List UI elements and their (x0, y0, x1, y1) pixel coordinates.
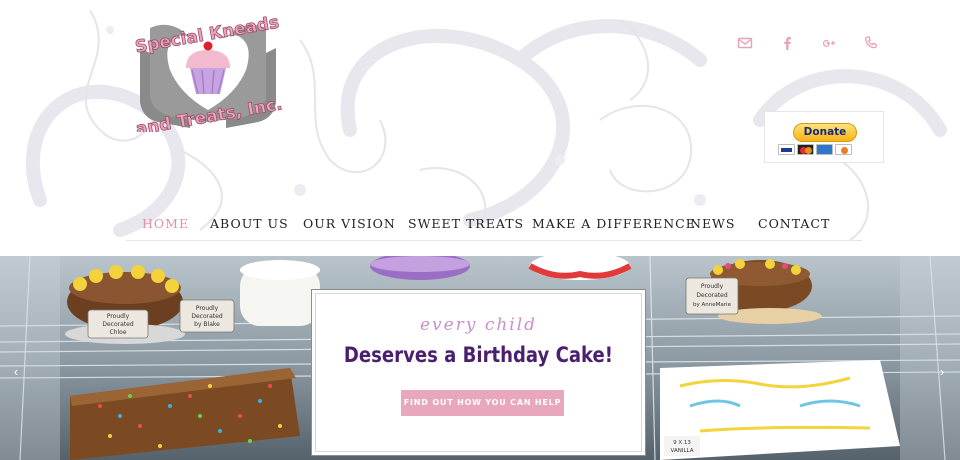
donate-button[interactable]: Donate (793, 123, 857, 142)
phone-icon[interactable] (850, 34, 892, 52)
logo-wordmark: Special Kneads and Treats, Inc. (133, 12, 284, 132)
nav-item-home[interactable]: HOME (142, 207, 189, 241)
facebook-icon[interactable] (766, 34, 808, 52)
sign-chloe: Proudly Decorated Chloe (87, 309, 149, 339)
envelope-icon[interactable] (724, 34, 766, 52)
slider-prev-arrow-icon[interactable]: ‹ (8, 363, 24, 381)
nav-item-make-a-difference[interactable]: MAKE A DIFFERENCE (532, 207, 696, 241)
logo[interactable]: Special Kneads and Treats, Inc. (128, 10, 288, 132)
svg-text:by Blake: by Blake (194, 321, 220, 328)
hero-title: Deserves a Birthday Cake! (343, 343, 614, 367)
paypal-donate-widget: Donate (764, 111, 884, 163)
svg-text:VANILLA: VANILLA (671, 448, 694, 454)
nav-item-news[interactable]: NEWS (690, 207, 735, 241)
social-icons (724, 34, 892, 52)
hero-caption-box: every child Deserves a Birthday Cake! FI… (311, 289, 646, 456)
nav-item-contact[interactable]: CONTACT (758, 207, 830, 241)
cake-label-vanilla: 9 X 13 VANILLA (664, 436, 700, 456)
svg-text:Proudly: Proudly (107, 313, 130, 320)
mastercard-icon (797, 144, 814, 155)
svg-text:Chloe: Chloe (109, 329, 126, 336)
sign-annemarie: Proudly Decorated by AnneMarie (685, 277, 739, 315)
visa-card-icon (778, 144, 795, 155)
hero-caption-inner-frame: every child Deserves a Birthday Cake! FI… (315, 293, 642, 452)
google-plus-icon[interactable] (808, 34, 850, 52)
site-header: Special Kneads and Treats, Inc. Donate H… (0, 0, 960, 256)
svg-text:Special Kneads: Special Kneads (134, 13, 281, 58)
svg-text:Proudly: Proudly (196, 305, 219, 312)
nav-item-sweet-treats[interactable]: SWEET TREATS (408, 207, 524, 241)
hero-subtitle: every child (419, 315, 538, 335)
payment-cards (778, 144, 852, 155)
find-out-how-you-can-help-button[interactable]: FIND OUT HOW YOU CAN HELP (401, 390, 564, 416)
svg-text:Decorated: Decorated (191, 313, 222, 320)
svg-text:and Treats, Inc.: and Treats, Inc. (134, 94, 284, 132)
nav-item-about-us[interactable]: ABOUT US (210, 207, 289, 241)
slider-next-arrow-icon[interactable]: › (934, 363, 950, 381)
sign-blake: Proudly Decorated by Blake (179, 299, 235, 333)
svg-text:Decorated: Decorated (696, 292, 727, 299)
svg-text:9 X 13: 9 X 13 (673, 440, 691, 446)
discover-card-icon (835, 144, 852, 155)
main-nav: HOME ABOUT US OUR VISION SWEET TREATS MA… (126, 207, 862, 241)
amex-card-icon (816, 144, 833, 155)
svg-text:Decorated: Decorated (102, 321, 133, 328)
nav-item-our-vision[interactable]: OUR VISION (303, 207, 396, 241)
svg-text:Proudly: Proudly (701, 283, 724, 290)
svg-text:by AnneMarie: by AnneMarie (693, 302, 732, 308)
